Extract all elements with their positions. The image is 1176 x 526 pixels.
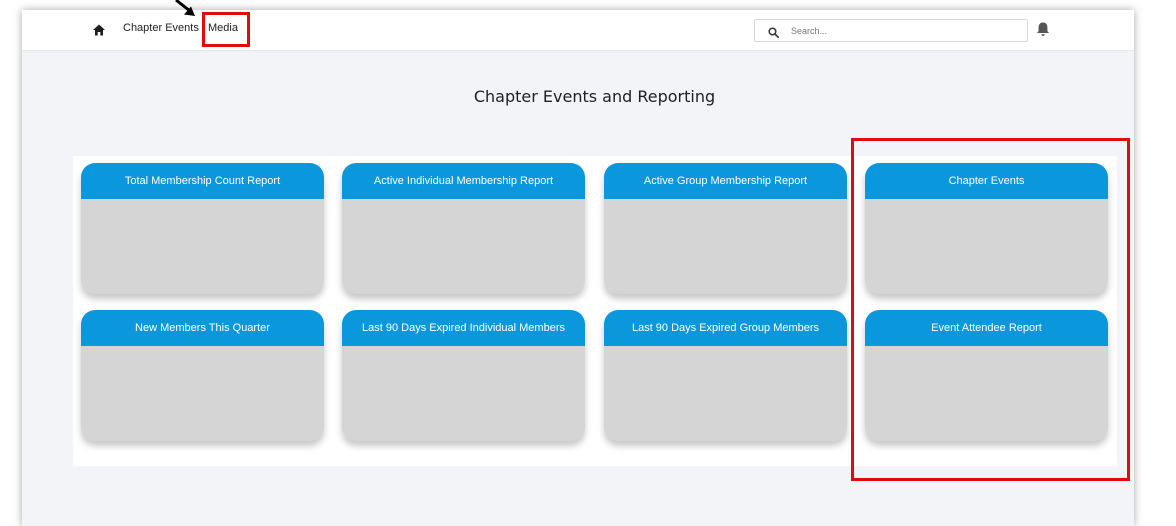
- page-title: Chapter Events and Reporting: [473, 87, 716, 106]
- bell-icon[interactable]: [1035, 21, 1051, 38]
- nav-link-media[interactable]: Media: [208, 22, 238, 34]
- card-new-members-this-quarter[interactable]: New Members This Quarter: [81, 310, 324, 441]
- card-active-group-membership-report[interactable]: Active Group Membership Report: [604, 163, 847, 294]
- card-title: Event Attendee Report: [865, 310, 1108, 346]
- card-title: Last 90 Days Expired Group Members: [604, 310, 847, 346]
- card-title: New Members This Quarter: [81, 310, 324, 346]
- card-title: Active Group Membership Report: [604, 163, 847, 199]
- search-icon: [768, 25, 779, 38]
- card-active-individual-membership-report[interactable]: Active Individual Membership Report: [342, 163, 585, 294]
- card-title: Total Membership Count Report: [81, 163, 324, 199]
- card-title: Active Individual Membership Report: [342, 163, 585, 199]
- card-chapter-events[interactable]: Chapter Events: [865, 163, 1108, 294]
- annotation-arrow-icon: [172, 0, 202, 18]
- nav-link-chapter-events[interactable]: Chapter Events: [123, 22, 199, 34]
- app-window: Chapter Events Media Chapter Events and …: [22, 10, 1134, 526]
- home-icon[interactable]: [92, 23, 106, 37]
- card-last-90-days-expired-individual-members[interactable]: Last 90 Days Expired Individual Members: [342, 310, 585, 441]
- search-box: [754, 19, 1028, 42]
- card-title: Last 90 Days Expired Individual Members: [342, 310, 585, 346]
- card-event-attendee-report[interactable]: Event Attendee Report: [865, 310, 1108, 441]
- card-title: Chapter Events: [865, 163, 1108, 199]
- card-total-membership-count-report[interactable]: Total Membership Count Report: [81, 163, 324, 294]
- card-last-90-days-expired-group-members[interactable]: Last 90 Days Expired Group Members: [604, 310, 847, 441]
- search-input[interactable]: [791, 22, 1011, 39]
